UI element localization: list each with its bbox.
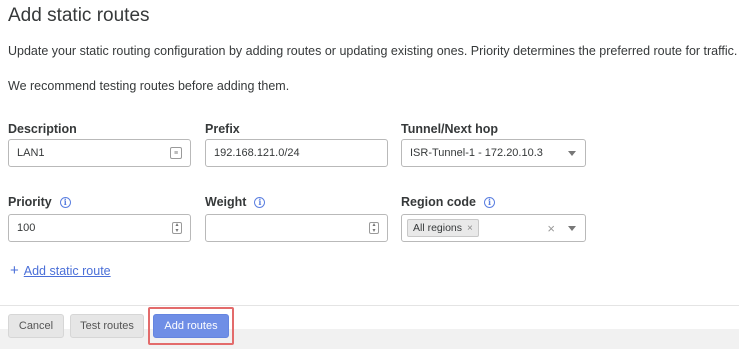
prefix-value: 192.168.121.0/24	[214, 147, 300, 159]
region-select[interactable]: All regions × ×	[401, 214, 586, 242]
page-title: Add static routes	[8, 5, 150, 26]
tunnel-select[interactable]: ISR-Tunnel-1 - 172.20.10.3	[401, 139, 586, 167]
region-chips: All regions ×	[407, 219, 547, 237]
prefix-label-text: Prefix	[205, 122, 240, 136]
clear-icon[interactable]: ×	[547, 222, 555, 235]
tunnel-value: ISR-Tunnel-1 - 172.20.10.3	[410, 147, 543, 159]
prefix-field[interactable]: 192.168.121.0/24	[205, 139, 388, 167]
info-icon[interactable]: i	[59, 196, 71, 208]
weight-label: Weight i	[205, 195, 266, 209]
prefix-label: Prefix	[205, 122, 240, 136]
info-icon[interactable]: i	[254, 196, 266, 208]
chevron-down-icon[interactable]	[568, 225, 576, 231]
add-static-route-link[interactable]: + Add static route	[10, 263, 111, 278]
tunnel-label-text: Tunnel/Next hop	[401, 122, 498, 136]
description-label-text: Description	[8, 122, 77, 136]
stepper-icon[interactable]: ▴ ▾	[172, 222, 182, 234]
weight-field[interactable]: ▴ ▾	[205, 214, 388, 242]
cancel-button[interactable]: Cancel	[8, 314, 64, 338]
page-description: Update your static routing configuration…	[8, 44, 738, 58]
weight-label-text: Weight	[205, 195, 247, 209]
test-routes-button[interactable]: Test routes	[70, 314, 144, 338]
add-routes-highlight	[148, 307, 234, 345]
priority-label: Priority i	[8, 195, 71, 209]
priority-field[interactable]: 100 ▴ ▾	[8, 214, 191, 242]
add-static-route-label: Add static route	[23, 263, 111, 278]
description-value: LAN1	[17, 147, 45, 159]
region-chip: All regions ×	[407, 219, 479, 237]
region-label: Region code i	[401, 195, 496, 209]
region-chip-label: All regions	[413, 222, 463, 234]
region-label-text: Region code	[401, 195, 477, 209]
testing-recommendation: We recommend testing routes before addin…	[8, 79, 290, 93]
contact-card-icon: ≡	[170, 147, 182, 159]
tunnel-label: Tunnel/Next hop	[401, 122, 498, 136]
description-field[interactable]: LAN1 ≡	[8, 139, 191, 167]
info-icon[interactable]: i	[484, 196, 496, 208]
plus-icon: +	[10, 262, 19, 279]
chip-remove-icon[interactable]: ×	[467, 223, 473, 234]
priority-value: 100	[17, 222, 36, 234]
priority-label-text: Priority	[8, 195, 52, 209]
description-label: Description	[8, 122, 77, 136]
chevron-down-icon[interactable]	[568, 150, 576, 156]
stepper-icon[interactable]: ▴ ▾	[369, 222, 379, 234]
